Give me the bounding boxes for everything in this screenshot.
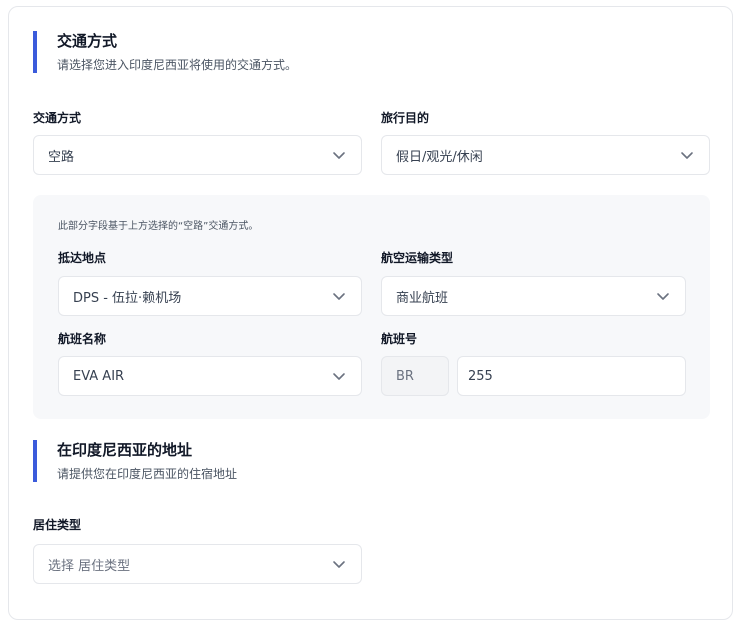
transport-section-title: 交通方式: [57, 32, 118, 50]
residence-type-placeholder: 选择 居住类型: [48, 558, 131, 574]
flight-number-prefix: BR: [381, 356, 449, 396]
address-section-title: 在印度尼西亚的地址: [57, 441, 193, 459]
flight-number-label: 航班号: [381, 332, 418, 346]
residence-type-label: 居住类型: [33, 518, 82, 532]
chevron-down-icon: [657, 293, 669, 300]
residence-type-select[interactable]: 选择 居住类型: [33, 544, 362, 584]
chevron-down-icon: [333, 561, 345, 568]
chevron-down-icon: [333, 152, 345, 159]
chevron-down-icon: [681, 152, 693, 159]
transport-mode-value: 空路: [48, 149, 75, 165]
air-transport-type-value: 商业航班: [396, 290, 449, 306]
travel-purpose-select[interactable]: 假日/观光/休闲: [381, 135, 710, 175]
chevron-down-icon: [333, 293, 345, 300]
transport-mode-select[interactable]: 空路: [33, 135, 362, 175]
transport-section-description: 请选择您进入印度尼西亚将使用的交通方式。: [57, 58, 298, 72]
travel-purpose-label: 旅行目的: [381, 111, 430, 125]
travel-purpose-value: 假日/观光/休闲: [396, 149, 483, 165]
transport-section-header: 交通方式 请选择您进入印度尼西亚将使用的交通方式。: [33, 31, 673, 73]
air-transport-type-label: 航空运输类型: [381, 251, 454, 265]
air-panel-hint: 此部分字段基于上方选择的“空路”交通方式。: [58, 221, 259, 232]
chevron-down-icon: [333, 373, 345, 380]
air-transport-type-select[interactable]: 商业航班: [381, 276, 686, 316]
address-section-description: 请提供您在印度尼西亚的住宿地址: [57, 467, 238, 481]
arrival-point-label: 抵达地点: [58, 251, 107, 265]
address-section-header: 在印度尼西亚的地址 请提供您在印度尼西亚的住宿地址: [33, 440, 673, 482]
arrival-point-select[interactable]: DPS - 伍拉·赖机场: [58, 276, 362, 316]
airline-name-select[interactable]: EVA AIR: [58, 356, 362, 396]
airline-name-label: 航班名称: [58, 332, 107, 346]
transport-mode-label: 交通方式: [33, 111, 82, 125]
flight-number-input[interactable]: [457, 356, 686, 396]
airline-name-value: EVA AIR: [73, 368, 125, 384]
arrival-point-value: DPS - 伍拉·赖机场: [73, 290, 182, 306]
